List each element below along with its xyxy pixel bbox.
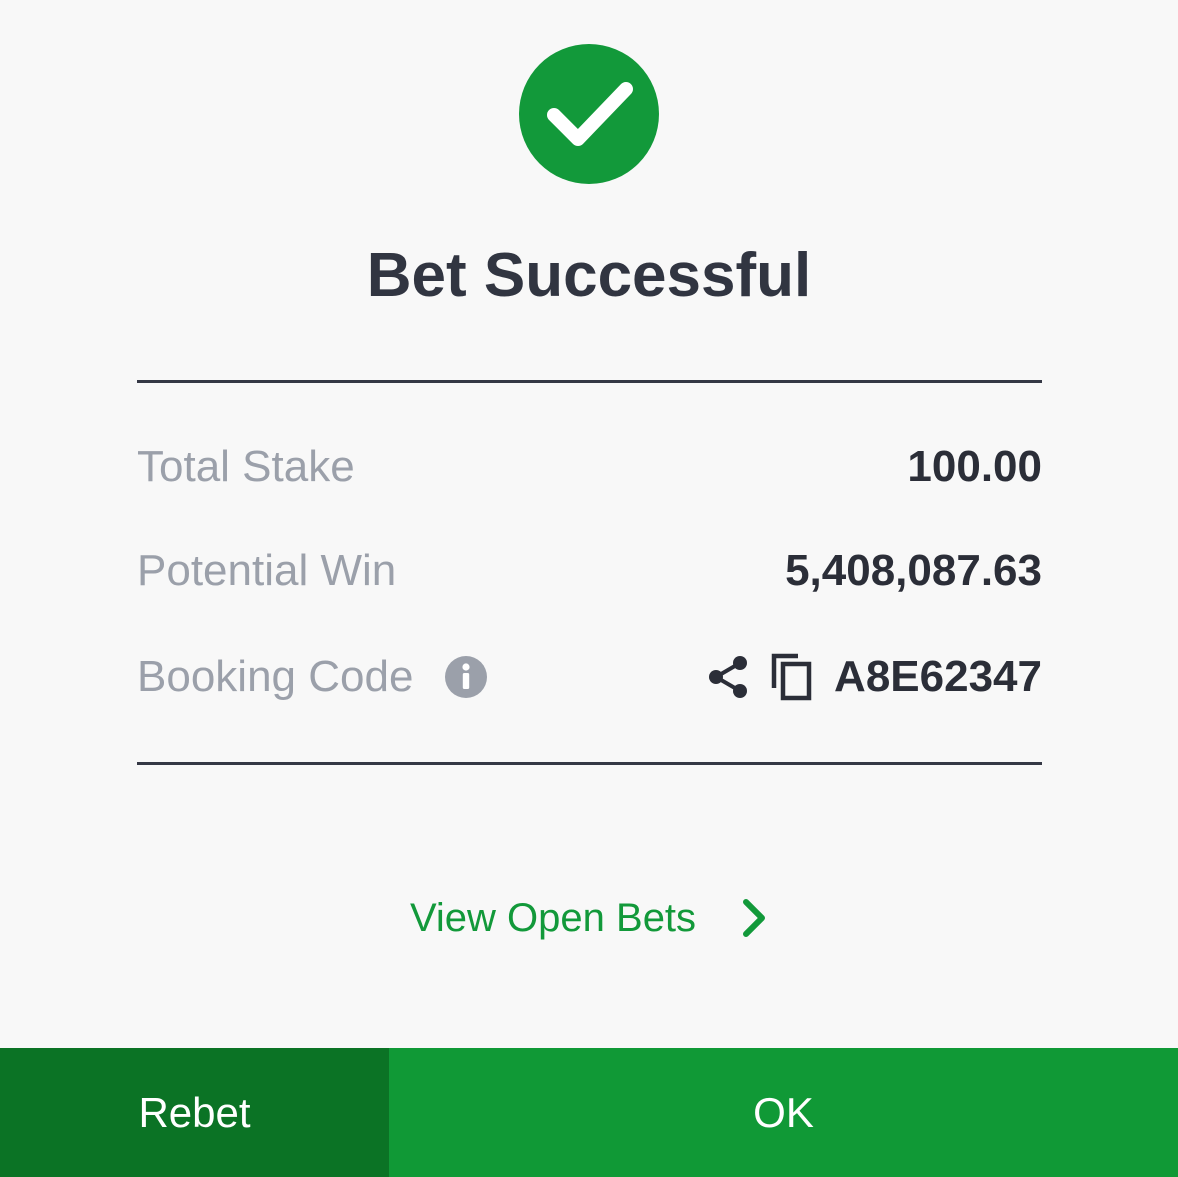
total-stake-label: Total Stake — [137, 442, 355, 491]
total-stake-value: 100.00 — [907, 442, 1042, 491]
copy-icon[interactable] — [770, 652, 814, 702]
divider-bottom — [137, 762, 1042, 765]
booking-code-value: A8E62347 — [834, 652, 1042, 701]
page-title: Bet Successful — [366, 241, 812, 310]
share-icon[interactable] — [706, 653, 750, 701]
view-open-bets-link[interactable]: View Open Bets — [0, 888, 1178, 948]
total-stake-row: Total Stake 100.00 — [137, 437, 1042, 497]
potential-win-row: Potential Win 5,408,087.63 — [137, 541, 1042, 601]
checkmark-circle-icon — [519, 44, 659, 184]
booking-code-row: Booking Code A8E62347 — [137, 647, 1042, 707]
potential-win-label: Potential Win — [137, 546, 397, 595]
info-icon[interactable] — [445, 656, 488, 698]
view-open-bets-label: View Open Bets — [409, 895, 697, 940]
rebet-button[interactable]: Rebet — [0, 1048, 389, 1177]
booking-code-label-group: Booking Code — [137, 652, 488, 702]
booking-code-label: Booking Code — [137, 652, 414, 701]
potential-win-value: 5,408,087.63 — [785, 546, 1042, 595]
divider-top — [137, 380, 1042, 383]
chevron-right-icon — [740, 896, 768, 940]
footer-buttons: Rebet OK — [0, 1048, 1178, 1177]
ok-button[interactable]: OK — [389, 1048, 1178, 1177]
booking-code-value-group: A8E62347 — [706, 652, 1042, 702]
